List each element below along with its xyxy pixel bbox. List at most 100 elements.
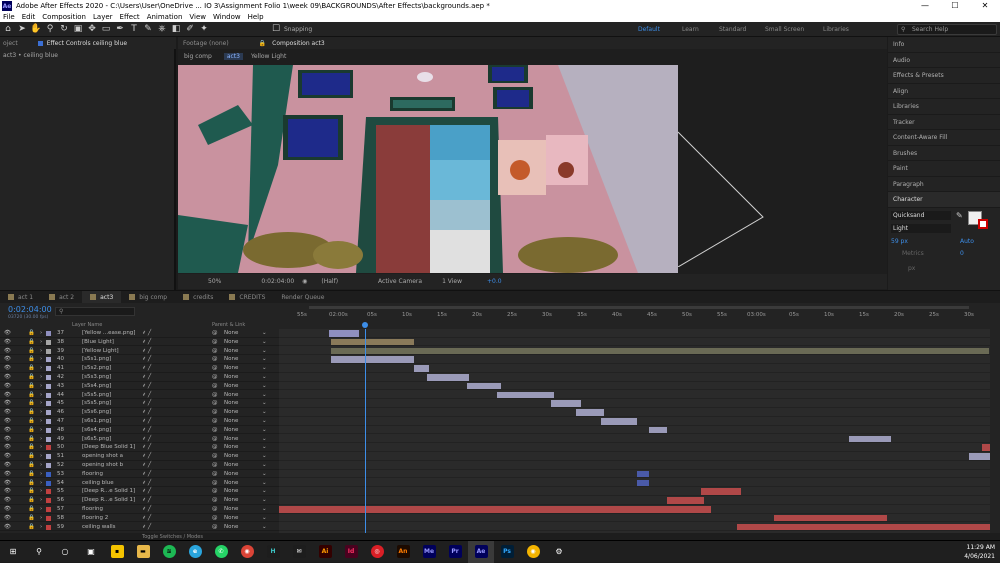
layer-name[interactable]: [Blue Light] (82, 338, 114, 347)
layer-row[interactable]: 👁 🔒 › 45 [s5s5.png] ⸙ ╱ @ None ⌄ (0, 399, 279, 409)
parent-pickwhip-icon[interactable]: @ (212, 347, 218, 356)
parent-pickwhip-icon[interactable]: @ (212, 329, 218, 338)
visibility-eye-icon[interactable]: 👁 (4, 479, 11, 488)
lock-icon[interactable]: 🔒 (28, 355, 35, 364)
chrome-icon[interactable]: ◉ (234, 541, 260, 563)
layer-duration-bar[interactable] (329, 330, 359, 337)
layer-track[interactable] (279, 452, 990, 461)
menu-help[interactable]: Help (248, 13, 264, 21)
lock-icon[interactable]: 🔒 (28, 408, 35, 417)
panel-content-aware-fill[interactable]: Content-Aware Fill (888, 130, 1000, 146)
layer-row[interactable]: 👁 🔒 › 48 [s6s4.png] ⸙ ╱ @ None ⌄ (0, 426, 279, 435)
timeline-tab-credits-upper[interactable]: CREDITS (221, 291, 273, 303)
parent-dropdown[interactable]: None (224, 347, 238, 356)
visibility-eye-icon[interactable]: 👁 (4, 487, 11, 496)
resolution-dropdown[interactable]: (Half) (321, 278, 338, 285)
visibility-eye-icon[interactable]: 👁 (4, 426, 11, 435)
pan-behind-tool-icon[interactable]: ✥ (86, 23, 98, 35)
layer-track[interactable] (279, 470, 990, 479)
work-area-bar[interactable] (309, 306, 969, 309)
layer-duration-bar[interactable] (637, 470, 649, 478)
exposure-value[interactable]: +0.0 (487, 278, 502, 285)
switches-icon[interactable]: ⸙ ╱ (142, 355, 151, 364)
layer-name[interactable]: [Deep R...e Solid 1] (82, 496, 135, 505)
layer-track[interactable] (279, 514, 990, 523)
roto-brush-tool-icon[interactable]: ✐ (184, 23, 196, 35)
after-effects-icon[interactable]: Ae (468, 540, 494, 563)
parent-pickwhip-icon[interactable]: @ (212, 435, 218, 444)
lock-icon[interactable]: 🔒 (28, 461, 35, 470)
lock-icon[interactable]: 🔒 (28, 487, 35, 496)
layer-name[interactable]: opening shot a (82, 452, 123, 461)
layer-row[interactable]: 👁 🔒 › 46 [s5s6.png] ⸙ ╱ @ None ⌄ (0, 408, 279, 417)
layer-name[interactable]: ceiling walls (82, 523, 116, 532)
camera-icon[interactable]: ◉ (302, 278, 307, 285)
layer-duration-bar[interactable] (982, 444, 990, 452)
layer-duration-bar[interactable] (667, 497, 704, 504)
expand-arrow-icon[interactable]: › (40, 373, 42, 382)
indesign-icon[interactable]: Id (338, 541, 364, 563)
layer-row[interactable]: 👁 🔒 › 41 [s5s2.png] ⸙ ╱ @ None ⌄ (0, 364, 279, 373)
expand-arrow-icon[interactable]: › (40, 426, 42, 435)
parent-dropdown[interactable]: None (224, 461, 238, 470)
expand-arrow-icon[interactable]: › (40, 523, 42, 532)
tracking-value[interactable]: 0 (960, 250, 964, 257)
lock-icon[interactable]: 🔒 (28, 435, 35, 444)
parent-pickwhip-icon[interactable]: @ (212, 364, 218, 373)
layer-row[interactable]: 👁 🔒 › 57 flooring ⸙ ╱ @ None ⌄ (0, 505, 279, 514)
lock-icon[interactable]: 🔒 (28, 373, 35, 382)
time-ruler[interactable]: 55s 02:00s 05s 10s 15s 20s 25s 30s 35s 4… (279, 305, 990, 329)
timeline-tab-render-queue[interactable]: Render Queue (273, 291, 332, 303)
parent-pickwhip-icon[interactable]: @ (212, 426, 218, 435)
label-color-swatch[interactable] (46, 366, 51, 372)
lock-icon[interactable]: 🔒 (28, 426, 35, 435)
menu-composition[interactable]: Composition (42, 13, 86, 21)
label-color-swatch[interactable] (46, 436, 51, 442)
parent-pickwhip-icon[interactable]: @ (212, 408, 218, 417)
layer-row[interactable]: 👁 🔒 › 56 [Deep R...e Solid 1] ⸙ ╱ @ None ⌄ (0, 496, 279, 505)
lock-icon[interactable]: 🔒 (28, 443, 35, 452)
label-color-swatch[interactable] (46, 392, 51, 398)
switches-icon[interactable]: ⸙ ╱ (142, 452, 151, 461)
chevron-down-icon[interactable]: ⌄ (262, 355, 267, 364)
playhead-line[interactable] (365, 329, 366, 533)
chevron-down-icon[interactable]: ⌄ (262, 338, 267, 347)
menu-animation[interactable]: Animation (147, 13, 183, 21)
switches-icon[interactable]: ⸙ ╱ (142, 338, 151, 347)
expand-arrow-icon[interactable]: › (40, 487, 42, 496)
switches-icon[interactable]: ⸙ ╱ (142, 373, 151, 382)
layer-duration-bar[interactable] (414, 365, 429, 372)
layer-duration-bar[interactable] (331, 356, 414, 364)
layer-duration-bar[interactable] (649, 426, 667, 434)
chevron-down-icon[interactable]: ⌄ (262, 347, 267, 356)
eyedropper-icon[interactable]: ✎ (956, 211, 963, 220)
label-color-swatch[interactable] (46, 498, 51, 504)
parent-dropdown[interactable]: None (224, 479, 238, 488)
layer-track[interactable] (279, 408, 990, 417)
layer-name[interactable]: [Deep Blue Solid 1] (82, 443, 135, 452)
layer-name[interactable]: [Yellow Light] (82, 347, 119, 356)
parent-pickwhip-icon[interactable]: @ (212, 443, 218, 452)
expand-arrow-icon[interactable]: › (40, 496, 42, 505)
parent-dropdown[interactable]: None (224, 505, 238, 514)
chevron-down-icon[interactable]: ⌄ (262, 479, 267, 488)
switches-icon[interactable]: ⸙ ╱ (142, 399, 151, 408)
parent-dropdown[interactable]: None (224, 426, 238, 435)
label-color-swatch[interactable] (46, 524, 51, 530)
layer-name[interactable]: opening shot b (82, 461, 123, 470)
creative-cloud-icon[interactable]: ◎ (364, 541, 390, 563)
layer-row[interactable]: 👁 🔒 › 37 [Yellow ...ease.png] ⸙ ╱ @ None ⌄ (0, 329, 279, 338)
panel-libraries[interactable]: Libraries (888, 99, 1000, 115)
layer-track[interactable] (279, 364, 990, 373)
eraser-tool-icon[interactable]: ◧ (170, 23, 182, 35)
layer-duration-bar[interactable] (637, 479, 649, 487)
label-color-swatch[interactable] (46, 489, 51, 495)
layer-duration-bar[interactable] (701, 488, 741, 496)
expand-arrow-icon[interactable]: › (40, 355, 42, 364)
app-h-icon[interactable]: H (260, 541, 286, 563)
visibility-eye-icon[interactable]: 👁 (4, 408, 11, 417)
layer-name[interactable]: [s5s5.png] (82, 399, 111, 408)
menu-view[interactable]: View (189, 13, 206, 21)
current-time-display[interactable]: 0:02:04:00 (8, 305, 52, 314)
switches-icon[interactable]: ⸙ ╱ (142, 523, 151, 532)
